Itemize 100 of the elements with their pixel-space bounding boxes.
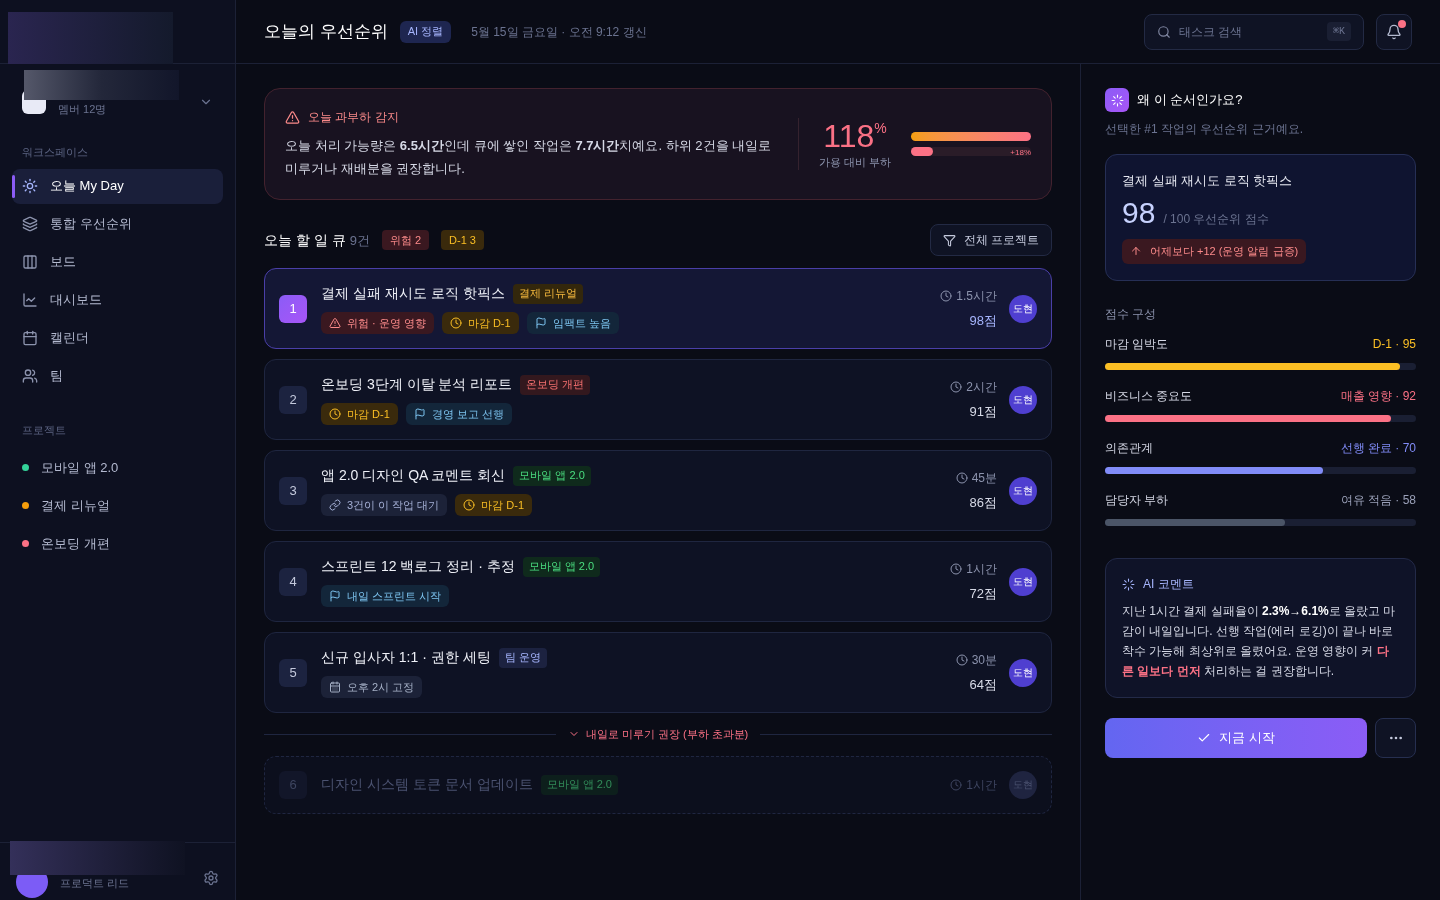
nav-item[interactable]: 캘린더 [12, 320, 223, 356]
clock-icon [950, 562, 963, 575]
task-title: 온보딩 3단계 이탈 분석 리포트 [321, 375, 513, 394]
queue-title: 오늘 할 일 큐 [264, 230, 346, 250]
nav-item[interactable]: 보드 [12, 244, 223, 280]
section-label: 워크스페이스 [21, 145, 89, 160]
clock-icon [955, 471, 968, 484]
people-icon [22, 368, 38, 384]
flag-icon [534, 317, 547, 329]
factor-label: 담당자 부하 [1105, 492, 1169, 509]
warning-icon [285, 109, 300, 125]
tag: 마감 D-1 [321, 403, 398, 425]
bell-icon [1386, 23, 1402, 40]
project-item[interactable]: 모바일 앱 2.0 [22, 450, 213, 485]
rank-badge: 2 [279, 385, 307, 414]
task-title: 스프린트 12 백로그 정리 · 추정 [321, 557, 515, 576]
arrow-up-icon [1130, 245, 1142, 257]
rank-badge: 5 [279, 658, 307, 687]
priority-score: 72점 [969, 584, 997, 603]
rank-badge: 3 [279, 476, 307, 505]
factor-label: 비즈니스 중요도 [1105, 388, 1193, 405]
nav-item[interactable]: 팀 [12, 358, 223, 394]
ai-comment-text: 지난 1시간 결제 실패율이 2.3%→6.1%로 올랐고 마감이 내일입니다. 선행 작업(에러 로깅)이 끝나 바로 착수 가능해 최상위로 올렸어요. 운영 영향이 커 다른 일보다 먼저 처리하는 걸 권장합니다. [1122, 603, 1397, 680]
tag: 오후 2시 고정 [321, 676, 423, 698]
project-filter-button[interactable]: 전체 프로젝트 [929, 224, 1052, 256]
project-item[interactable]: 결제 리뉴얼 [22, 488, 213, 523]
assignee-avatar: 도현 [1009, 658, 1037, 687]
task-card[interactable]: 2 온보딩 3단계 이탈 분석 리포트 온보딩 개편 마감 D-1 경영 보고 선행 2시간 91점 도현 [264, 359, 1052, 440]
updated-time: 5월 15일 금요일 · 오전 9:12 갱신 [471, 23, 647, 41]
assignee-avatar: 도현 [1009, 385, 1037, 414]
search-bar[interactable]: 태스크 검색 ⌘K [1144, 13, 1364, 50]
assignee-avatar: 도현 [1009, 476, 1037, 505]
duration: 2시간 [950, 377, 997, 396]
defer-toggle[interactable]: 내일로 미루기 권장 (부하 초과분) [567, 726, 749, 743]
ai-badge: AI 정렬 [399, 20, 452, 43]
search-icon [1157, 24, 1171, 39]
nav-item[interactable]: 오늘 My Day [12, 168, 223, 204]
task-card[interactable]: 4 스프린트 12 백로그 정리 · 추정 모바일 앱 2.0 내일 스프린트 시작 1시간 72점 도현 [264, 541, 1052, 622]
clock-icon [940, 289, 953, 302]
notification-button[interactable] [1376, 13, 1412, 50]
clock-icon [950, 778, 963, 791]
clock-icon [950, 380, 963, 393]
queue-count: 9건 [349, 231, 370, 250]
score-change-badge: 어제보다 +12 (운영 알림 급증) [1122, 238, 1307, 264]
filter-icon [942, 233, 956, 247]
factor-label: 의존관계 [1105, 440, 1153, 457]
tag: 3건이 이 작업 대기 [321, 494, 448, 516]
section-label: 점수 구성 [1105, 306, 1158, 323]
card-title: 결제 실패 재시도 로직 핫픽스 [1122, 172, 1294, 190]
calendar-icon [22, 330, 38, 346]
priority-score: 86점 [969, 493, 997, 512]
task-card[interactable]: 1 결제 실패 재시도 로직 핫픽스 결제 리뉴얼 위험 · 운영 영향 마감 D-1 임팩트 높음 1.5시간 98점 도현 [264, 268, 1052, 349]
duration: 1시간 [950, 775, 997, 794]
section-label: 프로젝트 [21, 422, 67, 438]
factor-reading: 여유 적음 · 58 [1340, 492, 1416, 509]
page-title: 오늘의 우선순위 [264, 20, 388, 43]
rank-badge: 4 [279, 567, 307, 596]
project-tag: 온보딩 개편 [520, 374, 591, 395]
project-item[interactable]: 온보딩 개편 [22, 526, 213, 561]
alert-title: 오늘 과부하 감지 [308, 109, 399, 126]
task-title: 디자인 시스템 토큰 문서 업데이트 [321, 775, 533, 794]
overflow-label: +18% [1010, 148, 1031, 157]
panel-title: 왜 이 순서인가요? [1137, 91, 1243, 110]
user-role: 프로덕트 리드 [60, 876, 130, 889]
task-card[interactable]: 3 앱 2.0 디자인 QA 코멘트 회신 모바일 앱 2.0 3건이 이 작업 대기 마감 D-1 45분 86점 도현 [264, 450, 1052, 531]
panel-subtitle: 선택한 #1 작업의 우선순위 근거예요. [1105, 121, 1305, 138]
duration: 30분 [955, 650, 997, 669]
nav-item[interactable]: 통합 우선순위 [12, 206, 223, 242]
tag: 내일 스프린트 시작 [321, 585, 450, 607]
layers-icon [22, 216, 38, 232]
priority-score: 64점 [969, 675, 997, 694]
tag: 마감 D-1 [455, 494, 533, 516]
columns-icon [22, 254, 38, 270]
check-icon [1197, 731, 1212, 745]
start-button[interactable]: 지금 시작 [1105, 718, 1367, 758]
task-card[interactable]: 5 신규 입사자 1:1 · 권한 세팅 팀 운영 오후 2시 고정 30분 64점 도현 [264, 632, 1052, 713]
sun-icon [22, 178, 38, 194]
assignee-avatar: 도현 [1009, 294, 1037, 323]
tag: 마감 D-1 [441, 312, 519, 334]
nav-item[interactable]: 대시보드 [12, 282, 223, 318]
link-icon [329, 499, 341, 511]
project-tag: 팀 운영 [498, 647, 547, 668]
sparkle-icon [1122, 577, 1135, 591]
tag: 임팩트 높음 [526, 312, 619, 334]
shortcut-key: ⌘K [1326, 22, 1351, 41]
settings-icon[interactable] [203, 869, 219, 886]
count-badge: D-1 3 [441, 230, 484, 250]
priority-score: 98점 [969, 311, 997, 330]
task-title: 결제 실패 재시도 로직 핫픽스 [321, 284, 505, 303]
percent-sign: % [874, 118, 887, 136]
project-tag: 결제 리뉴얼 [512, 283, 583, 304]
factor-reading: 매출 영향 · 92 [1340, 388, 1416, 405]
comment-title: AI 코멘트 [1143, 576, 1194, 593]
task-title: 신규 입사자 1:1 · 권한 세팅 [321, 648, 491, 667]
tag: 위험 · 운영 영향 [321, 312, 434, 334]
task-title: 앱 2.0 디자인 QA 코멘트 회신 [321, 466, 506, 485]
search-input[interactable]: 태스크 검색 [1179, 22, 1319, 41]
score-suffix: / 100 우선순위 점수 [1163, 210, 1269, 228]
alert-message: 오늘 처리 가능량은 6.5시간인데 큐에 쌓인 작업은 7.7시간치예요. 하위 2건을 내일로 미루거나 재배분을 권장합니다. [285, 137, 773, 178]
member-count: 멤버 12명 [58, 103, 107, 115]
